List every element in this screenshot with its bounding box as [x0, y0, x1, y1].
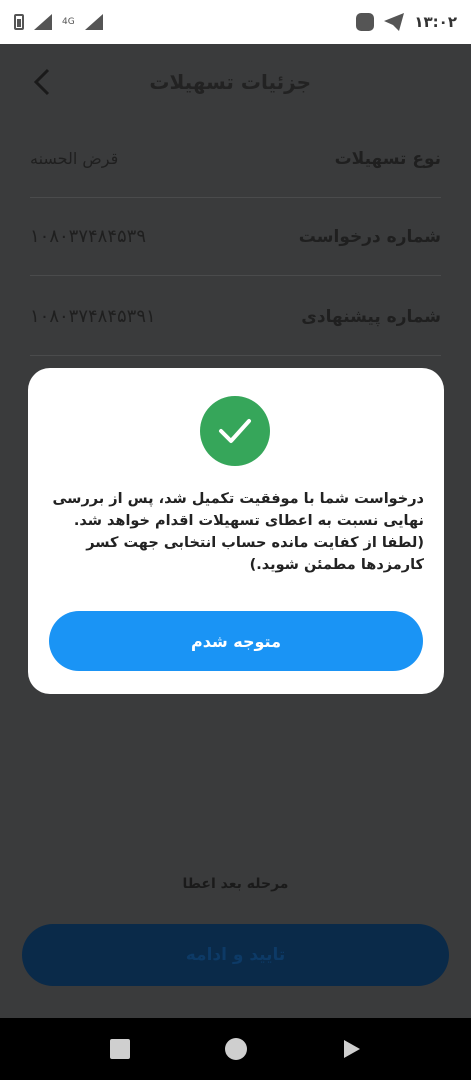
status-icons-left: 4G	[14, 14, 103, 30]
network-type-label: 4G	[62, 17, 75, 27]
battery-icon	[14, 14, 24, 30]
dialog-message: درخواست شما با موفقیت تکمیل شد، پس از بر…	[52, 491, 424, 573]
detail-value: ۱۰۸۰۳۷۴۸۴۵۳۹۱	[30, 306, 156, 327]
home-icon[interactable]	[224, 1038, 247, 1060]
telegram-icon	[384, 13, 405, 31]
status-bar: 4G ۱۳:۰۲	[0, 0, 471, 44]
detail-row-proposal-number: ۱۰۸۰۳۷۴۸۴۵۳۹۱ شماره پیشنهادی	[30, 278, 441, 356]
detail-row-type: قرض الحسنه نوع تسهیلات	[30, 120, 441, 198]
success-check-icon	[200, 396, 270, 466]
detail-row-request-number: ۱۰۸۰۳۷۴۸۴۵۳۹ شماره درخواست	[30, 198, 441, 276]
got-it-button[interactable]: متوجه شدم	[49, 611, 423, 671]
detail-label: نوع تسهیلات	[334, 148, 441, 169]
detail-value: ۱۰۸۰۳۷۴۸۴۵۳۹	[30, 226, 147, 247]
back-chevron-icon[interactable]	[28, 66, 56, 98]
notification-app-icon	[356, 13, 375, 31]
signal-icon-2	[84, 14, 103, 30]
detail-value: قرض الحسنه	[30, 149, 119, 168]
header: جزئیات تسهیلات	[0, 44, 471, 120]
detail-label: شماره درخواست	[298, 226, 441, 247]
success-dialog: درخواست شما با موفقیت تکمیل شد، پس از بر…	[28, 368, 444, 694]
status-icons-right: ۱۳:۰۲	[356, 13, 457, 31]
confirm-continue-button[interactable]: تایید و ادامه	[22, 924, 449, 986]
detail-label: شماره پیشنهادی	[301, 306, 441, 327]
status-time: ۱۳:۰۲	[414, 13, 457, 31]
system-nav-bar	[0, 1018, 471, 1080]
signal-icon	[34, 14, 52, 30]
page-title: جزئیات تسهیلات	[149, 70, 311, 94]
back-triangle-icon[interactable]	[342, 1038, 362, 1060]
next-stage-text: مرحله بعد اعطا	[182, 876, 289, 892]
recents-icon[interactable]	[109, 1039, 130, 1059]
